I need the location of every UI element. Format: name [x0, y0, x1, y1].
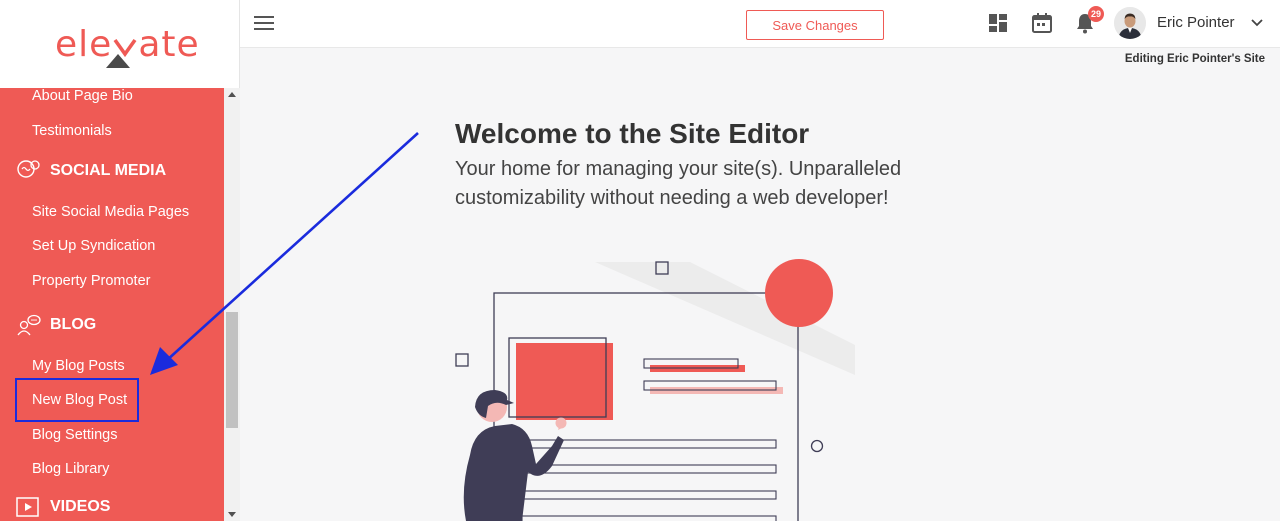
sidebar-item-testimonials[interactable]: Testimonials — [32, 123, 112, 139]
sidebar-section-social-media[interactable]: SOCIAL MEDIA — [16, 160, 166, 182]
sidebar-item-about-page-bio[interactable]: About Page Bio — [32, 88, 133, 104]
site-editor-illustration — [440, 250, 880, 521]
sidebar: ele ate About Page Bio Testimonials SOCIA… — [0, 0, 240, 521]
sidebar-scrollbar[interactable] — [224, 88, 240, 521]
logo-area: ele ate — [0, 0, 240, 88]
sidebar-section-blog[interactable]: BLOG — [16, 314, 96, 336]
sidebar-item-blog-settings[interactable]: Blog Settings — [32, 427, 117, 443]
save-changes-button[interactable]: Save Changes — [746, 10, 884, 40]
elevate-logo[interactable]: ele ate — [0, 20, 240, 70]
editing-site-label: Editing Eric Pointer's Site — [1124, 53, 1265, 65]
page-title: Welcome to the Site Editor — [455, 118, 810, 149]
menu-icon[interactable] — [254, 15, 274, 31]
sidebar-section-label: VIDEOS — [50, 498, 111, 515]
top-header: Save Changes 29 Eric Pointer — [240, 0, 1280, 48]
sidebar-item-my-blog-posts[interactable]: My Blog Posts — [32, 358, 125, 374]
avatar[interactable] — [1114, 7, 1146, 39]
annotation-highlight-box — [15, 378, 139, 422]
sidebar-item-property-promoter[interactable]: Property Promoter — [32, 273, 150, 289]
calendar-icon[interactable] — [1030, 11, 1054, 35]
sidebar-item-blog-library[interactable]: Blog Library — [32, 461, 109, 477]
blog-icon — [16, 314, 42, 336]
sidebar-section-videos[interactable]: VIDEOS — [16, 496, 110, 518]
scroll-down-icon[interactable] — [228, 512, 236, 517]
logo-triangle — [106, 54, 130, 68]
notification-badge: 29 — [1088, 6, 1105, 22]
sidebar-menu: About Page Bio Testimonials SOCIAL MEDIA… — [0, 88, 224, 521]
dashboard-icon[interactable] — [986, 11, 1010, 35]
sidebar-section-label: BLOG — [50, 316, 97, 333]
chevron-down-icon[interactable] — [1250, 16, 1264, 30]
page-subtitle: Your home for managing your site(s). Unp… — [455, 158, 902, 209]
scroll-up-icon[interactable] — [228, 92, 236, 97]
video-icon — [16, 496, 42, 518]
social-media-icon — [16, 160, 42, 182]
sidebar-item-site-social-media-pages[interactable]: Site Social Media Pages — [32, 204, 189, 220]
scrollbar-thumb[interactable] — [226, 312, 238, 428]
sidebar-item-set-up-syndication[interactable]: Set Up Syndication — [32, 238, 155, 254]
sidebar-section-label: SOCIAL MEDIA — [50, 162, 167, 179]
user-name[interactable]: Eric Pointer — [1157, 14, 1235, 31]
